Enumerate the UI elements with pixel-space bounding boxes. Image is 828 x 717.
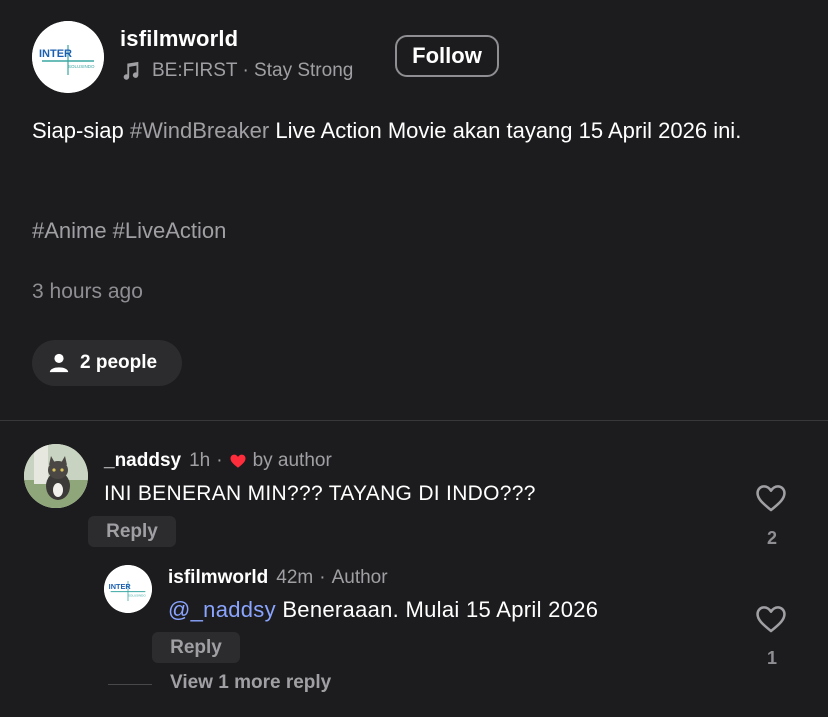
reply-button[interactable]: Reply — [88, 516, 176, 547]
post-tags: #Anime #LiveAction — [32, 218, 226, 244]
meta-separator: · — [216, 450, 223, 471]
svg-text:SOLUSINDO: SOLUSINDO — [68, 64, 95, 69]
author-username[interactable]: isfilmworld — [120, 26, 238, 52]
reply-body: Beneraaan. Mulai 15 April 2026 — [275, 597, 599, 622]
reply-text: @_naddsy Beneraaan. Mulai 15 April 2026 — [168, 597, 598, 623]
comment-meta: _naddsy 1h · by author — [104, 450, 332, 472]
comment-time: 1h — [189, 450, 211, 471]
commenter-avatar[interactable] — [24, 444, 88, 508]
like-count: 1 — [766, 648, 777, 668]
people-chip-label: 2 people — [80, 352, 158, 373]
reply-time: 42m — [276, 567, 314, 588]
inter-solusindo-logo: INTER SOLUSINDO — [104, 565, 152, 613]
music-text: BE:FIRST · Stay Strong — [152, 60, 354, 81]
person-icon — [49, 353, 69, 373]
like-heart-icon[interactable] — [754, 481, 788, 515]
reply-button[interactable]: Reply — [152, 632, 240, 663]
svg-text:SOLUSINDO: SOLUSINDO — [128, 593, 146, 597]
hashtag-anime[interactable]: #Anime — [32, 218, 107, 243]
post-caption: Siap-siap #WindBreaker Live Action Movie… — [32, 116, 792, 145]
hashtag-liveaction[interactable]: #LiveAction — [113, 218, 227, 243]
author-badge: Author — [331, 567, 388, 588]
reply-username[interactable]: isfilmworld — [168, 567, 268, 589]
divider — [0, 420, 828, 421]
mention-link[interactable]: @_naddsy — [168, 597, 276, 622]
reply-author-avatar[interactable]: INTER SOLUSINDO — [104, 565, 152, 613]
svg-text:INTER: INTER — [39, 48, 72, 60]
post-timestamp: 3 hours ago — [32, 280, 143, 303]
cat-photo — [24, 444, 88, 508]
reply-meta: isfilmworld 42m · Author — [168, 567, 388, 589]
svg-text:INTER: INTER — [109, 582, 132, 591]
comment-text: INI BENERAN MIN??? TAYANG DI INDO??? — [104, 482, 536, 505]
caption-suffix: Live Action Movie akan tayang 15 April 2… — [269, 118, 742, 143]
like-heart-icon[interactable] — [754, 602, 788, 636]
music-attribution[interactable]: BE:FIRST · Stay Strong — [120, 60, 353, 82]
follow-button[interactable]: Follow — [395, 35, 499, 77]
author-avatar[interactable]: INTER SOLUSINDO — [32, 21, 104, 93]
inter-solusindo-logo: INTER SOLUSINDO — [32, 21, 104, 93]
hashtag-windbreaker[interactable]: #WindBreaker — [130, 118, 269, 143]
caption-prefix: Siap-siap — [32, 118, 130, 143]
heart-filled-icon — [230, 454, 246, 468]
view-more-replies-link[interactable]: View 1 more reply — [170, 672, 331, 694]
liked-by-author-label: by author — [252, 450, 332, 471]
comment-username[interactable]: _naddsy — [104, 450, 181, 472]
like-count: 2 — [766, 528, 777, 548]
meta-separator: · — [319, 567, 326, 588]
music-note-icon — [123, 61, 139, 80]
people-chip[interactable]: 2 people — [32, 340, 182, 386]
thread-line — [108, 684, 152, 685]
